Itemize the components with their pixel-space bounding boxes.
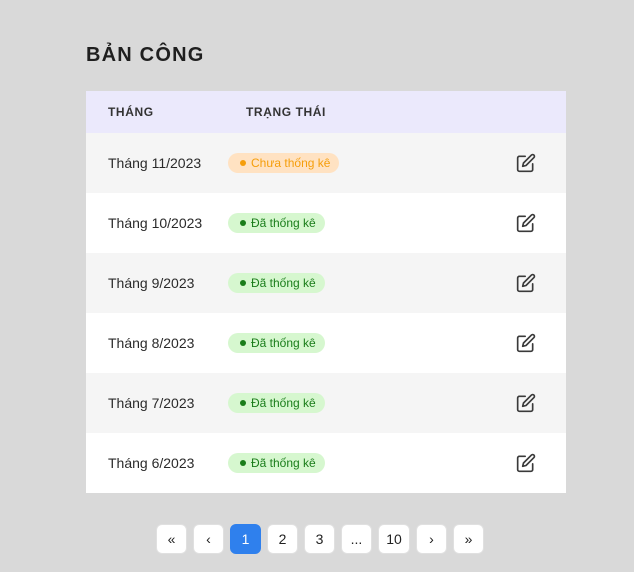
status-label: Đã thống kê <box>251 456 316 470</box>
column-header-month: THÁNG <box>108 105 154 119</box>
status-dot-icon <box>240 340 246 346</box>
page-ellipsis: ... <box>341 524 372 554</box>
edit-button[interactable] <box>515 392 537 414</box>
status-label: Đã thống kê <box>251 276 316 290</box>
status-cell: Đã thống kê <box>228 393 486 413</box>
status-cell: Chưa thống kê <box>228 153 486 173</box>
status-badge: Đã thống kê <box>228 273 325 293</box>
action-cell <box>486 272 566 294</box>
status-cell: Đã thống kê <box>228 333 486 353</box>
status-cell: Đã thống kê <box>228 273 486 293</box>
action-cell <box>486 152 566 174</box>
status-label: Đã thống kê <box>251 216 316 230</box>
status-dot-icon <box>240 160 246 166</box>
page-button-10[interactable]: 10 <box>378 524 410 554</box>
table-header: THÁNG TRẠNG THÁI <box>86 91 566 133</box>
table-row: Tháng 7/2023 Đã thống kê <box>86 373 566 433</box>
status-badge: Đã thống kê <box>228 213 325 233</box>
table-row: Tháng 9/2023 Đã thống kê <box>86 253 566 313</box>
edit-icon <box>516 333 536 353</box>
action-cell <box>486 332 566 354</box>
status-label: Chưa thống kê <box>251 156 331 170</box>
month-cell: Tháng 11/2023 <box>108 155 202 171</box>
edit-button[interactable] <box>515 152 537 174</box>
status-badge: Đã thống kê <box>228 453 325 473</box>
edit-button[interactable] <box>515 272 537 294</box>
table-row: Tháng 6/2023 Đã thống kê <box>86 433 566 493</box>
edit-button[interactable] <box>515 212 537 234</box>
action-cell <box>486 452 566 474</box>
status-label: Đã thống kê <box>251 396 316 410</box>
next-page-button[interactable]: › <box>416 524 447 554</box>
page-button-2[interactable]: 2 <box>267 524 298 554</box>
chevron-right-icon: › <box>429 531 434 547</box>
status-badge: Đã thống kê <box>228 333 325 353</box>
month-cell: Tháng 9/2023 <box>108 275 195 291</box>
edit-icon <box>516 273 536 293</box>
month-cell: Tháng 7/2023 <box>108 395 195 411</box>
table-row: Tháng 10/2023 Đã thống kê <box>86 193 566 253</box>
double-chevron-left-icon: « <box>167 531 176 547</box>
status-dot-icon <box>240 400 246 406</box>
status-dot-icon <box>240 220 246 226</box>
edit-icon <box>516 153 536 173</box>
month-cell: Tháng 10/2023 <box>108 215 203 231</box>
edit-icon <box>516 213 536 233</box>
prev-page-button[interactable]: ‹ <box>193 524 224 554</box>
double-chevron-right-icon: » <box>464 531 473 547</box>
status-label: Đã thống kê <box>251 336 316 350</box>
status-dot-icon <box>240 460 246 466</box>
edit-button[interactable] <box>515 332 537 354</box>
action-cell <box>486 212 566 234</box>
status-badge: Đã thống kê <box>228 393 325 413</box>
table-row: Tháng 8/2023 Đã thống kê <box>86 313 566 373</box>
page-button-3[interactable]: 3 <box>304 524 335 554</box>
month-cell: Tháng 6/2023 <box>108 455 195 471</box>
pagination: « ‹ 1 2 3 ... 10 › » <box>156 524 484 554</box>
page: BẢN CÔNG THÁNG TRẠNG THÁI Tháng 11/2023 … <box>0 0 634 572</box>
first-page-button[interactable]: « <box>156 524 187 554</box>
status-cell: Đã thống kê <box>228 453 486 473</box>
edit-icon <box>516 453 536 473</box>
edit-icon <box>516 393 536 413</box>
table-row: Tháng 11/2023 Chưa thống kê <box>86 133 566 193</box>
page-title: BẢN CÔNG <box>86 44 205 66</box>
status-cell: Đã thống kê <box>228 213 486 233</box>
timesheet-table: THÁNG TRẠNG THÁI Tháng 11/2023 Chưa thốn… <box>86 91 566 493</box>
status-badge: Chưa thống kê <box>228 153 340 173</box>
chevron-left-icon: ‹ <box>206 531 211 547</box>
action-cell <box>486 392 566 414</box>
column-header-status: TRẠNG THÁI <box>246 105 326 119</box>
month-cell: Tháng 8/2023 <box>108 335 195 351</box>
last-page-button[interactable]: » <box>453 524 484 554</box>
status-dot-icon <box>240 280 246 286</box>
page-button-1[interactable]: 1 <box>230 524 261 554</box>
edit-button[interactable] <box>515 452 537 474</box>
